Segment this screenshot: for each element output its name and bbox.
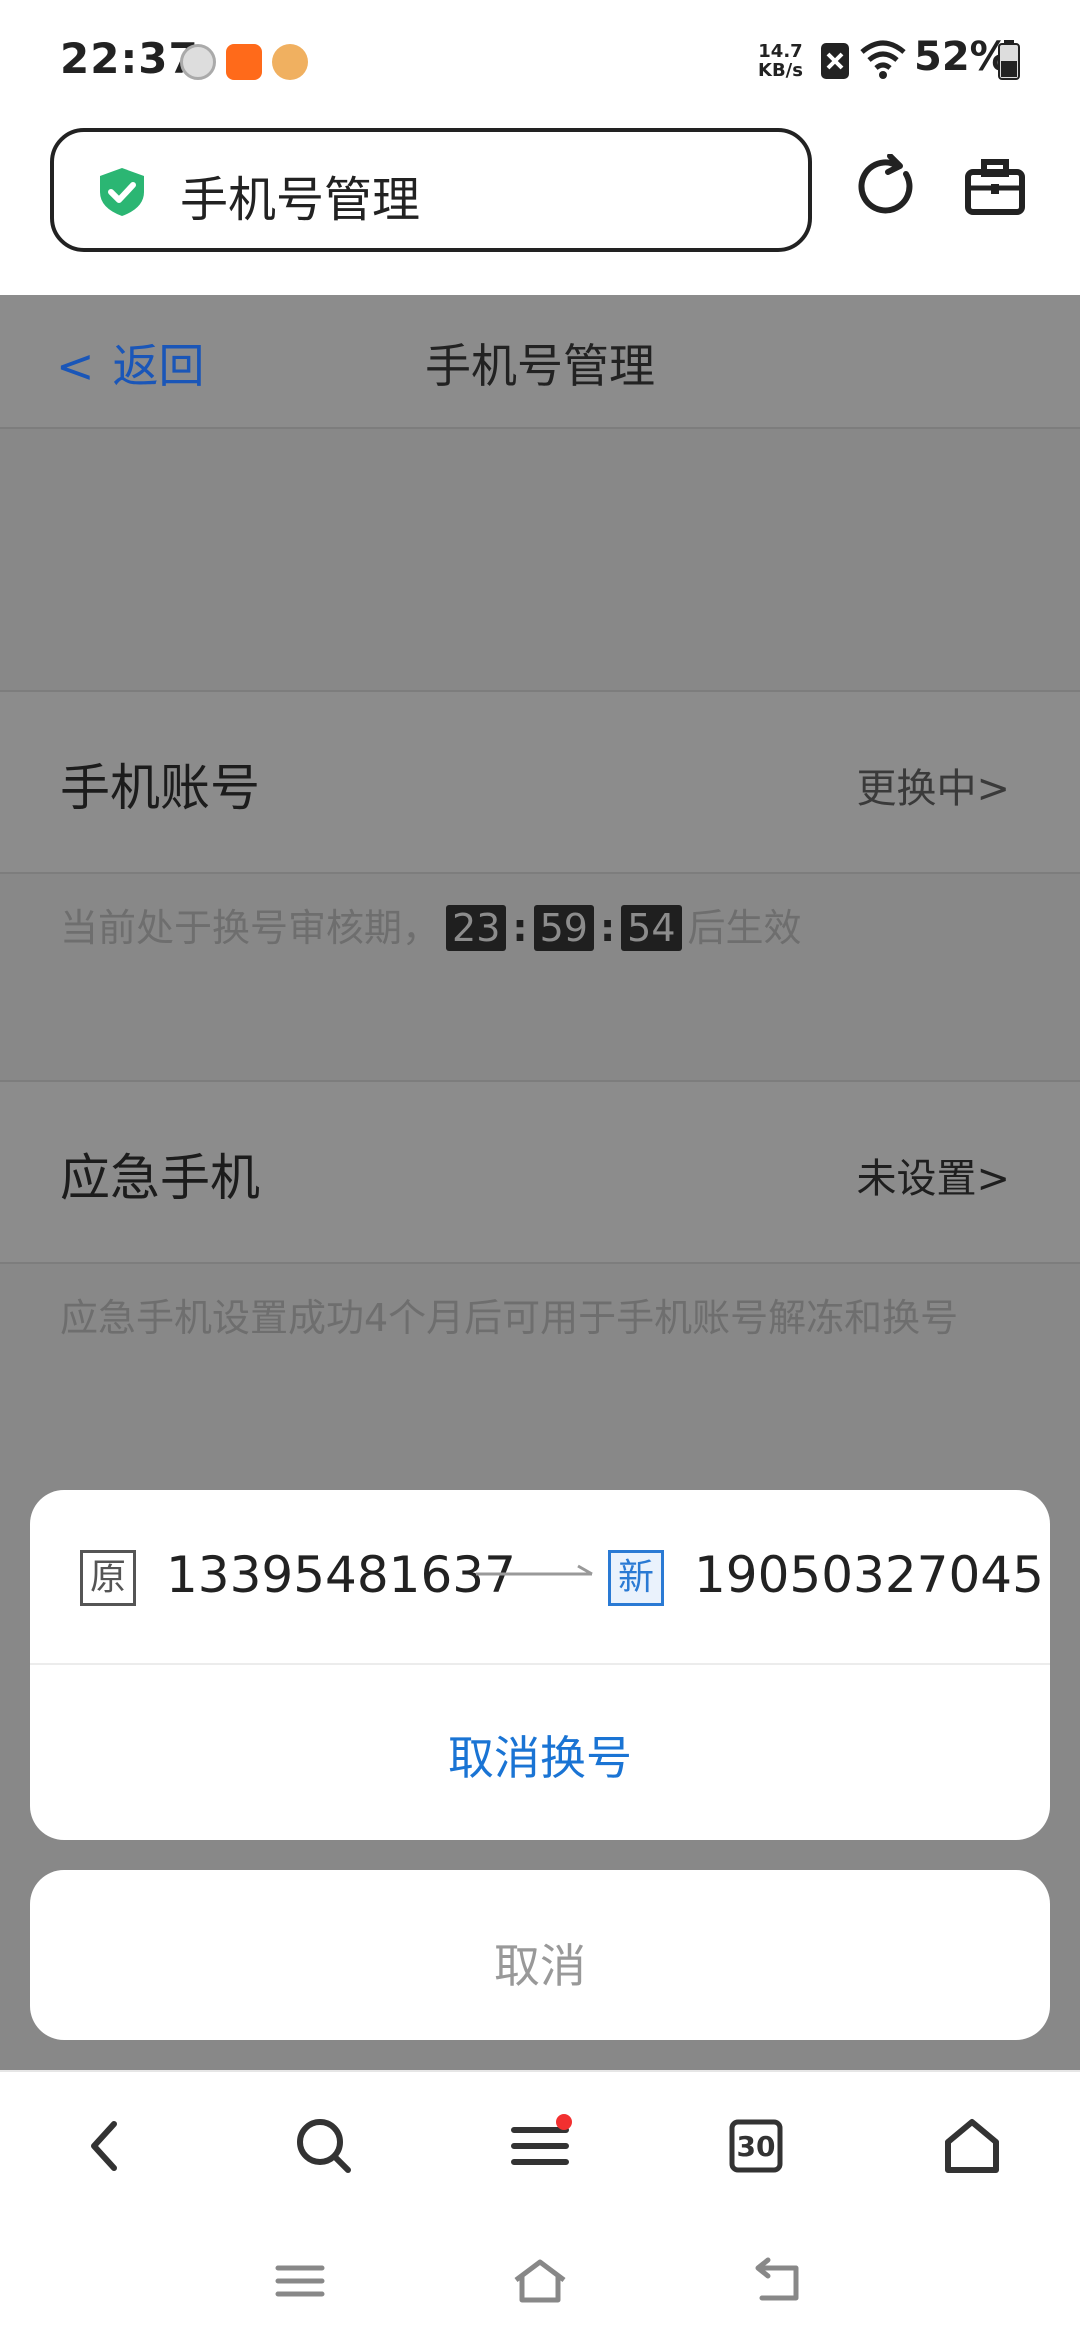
phone-account-status: 更换中> [856,766,1010,812]
battery-icon [998,40,1020,80]
system-back-icon[interactable] [750,2256,810,2306]
shield-check-icon [100,168,144,216]
tabs-count: 30 [736,2130,776,2163]
toolbox-icon[interactable] [962,154,1028,220]
url-title: 手机号管理 [180,172,421,228]
recents-icon[interactable] [270,2256,330,2306]
battery-percent: 52% [914,34,1010,80]
countdown-seconds: 54 [621,905,682,951]
sheet-divider [30,1663,1050,1665]
new-number-tag: 新 [608,1550,664,1606]
new-phone-number: 19050327045 [694,1546,1044,1604]
back-icon[interactable] [74,2114,138,2178]
phone-account-note: 当前处于换号审核期， 23:59:54 后生效 [60,905,802,951]
emergency-phone-note: 应急手机设置成功4个月后可用于手机账号解冻和换号 [60,1296,959,1340]
cancel-number-change-button[interactable]: 取消换号 [30,1722,1050,1788]
status-time: 22:37 [60,34,199,83]
game-notification-icon [272,44,308,80]
cancel-button-label: 取消 [494,1939,586,1993]
countdown-separator: : [512,906,528,950]
app-notification-icon [226,44,262,80]
settings-notification-icon [180,44,216,80]
search-icon[interactable] [292,2114,356,2178]
home-icon[interactable] [940,2114,1004,2178]
old-number-tag: 原 [80,1550,136,1606]
menu-icon[interactable] [508,2114,572,2178]
no-sim-icon [821,43,849,79]
phone-account-label: 手机账号 [60,759,260,817]
url-bar[interactable] [50,128,812,252]
countdown-hours: 23 [446,905,507,951]
page-title: 手机号管理 [425,339,655,393]
countdown-minutes: 59 [533,905,594,951]
emergency-phone-status: 未设置> [856,1156,1010,1202]
old-phone-number: 13395481637 [166,1546,516,1604]
network-speed: 14.7 KB/s [758,41,803,81]
refresh-icon[interactable] [854,154,920,220]
wifi-icon [860,40,906,79]
arrow-right-icon [476,1564,593,1576]
emergency-phone-label: 应急手机 [60,1149,260,1207]
countdown-separator: : [599,906,616,950]
system-home-icon[interactable] [510,2256,570,2306]
